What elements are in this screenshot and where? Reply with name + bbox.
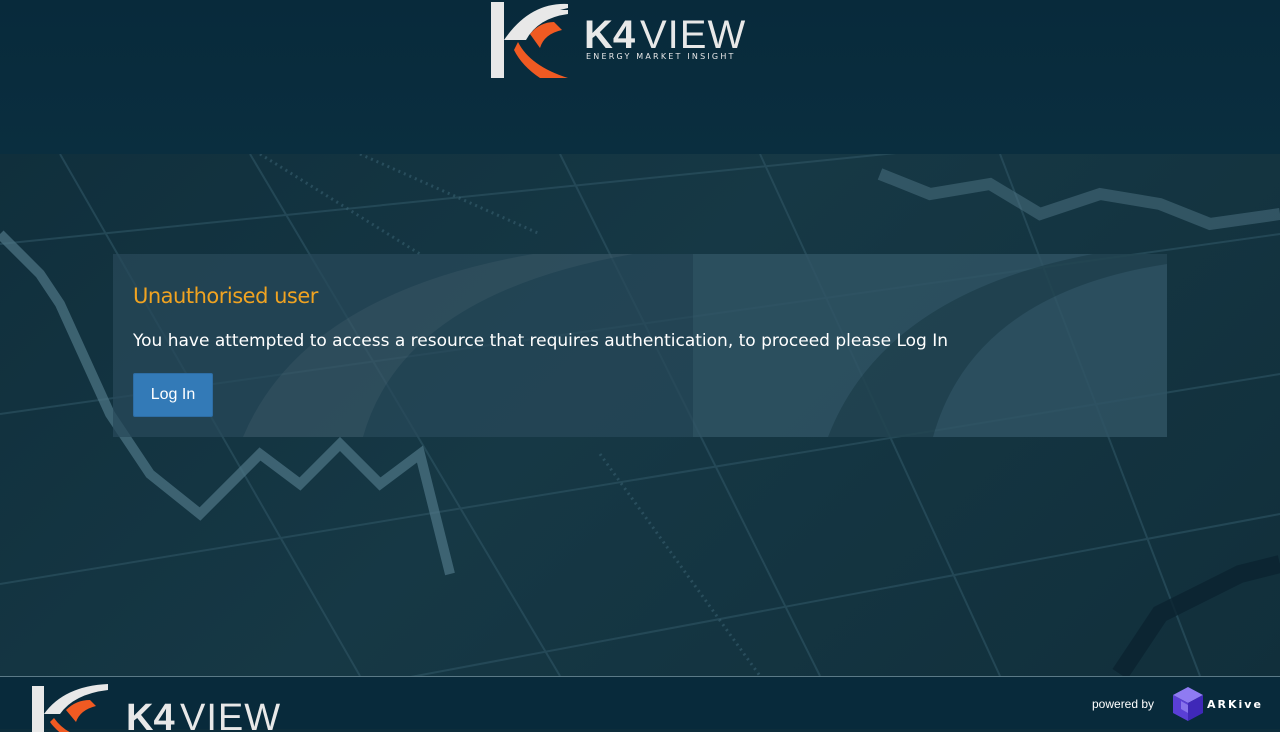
svg-text:K4: K4 (126, 697, 175, 732)
footer-logo-mark: K4 VIEW (32, 684, 281, 732)
svg-text:VIEW: VIEW (640, 13, 746, 57)
k4view-logo[interactable]: K4 VIEW ENERGY MARKET INSIGHT (490, 0, 760, 80)
arkive-cube-icon[interactable] (1171, 685, 1205, 723)
auth-panel: Unauthorised user You have attempted to … (113, 254, 1167, 437)
footer-k4view-logo[interactable]: K4 VIEW (30, 682, 300, 732)
auth-message: You have attempted to access a resource … (133, 331, 949, 351)
page-title: Unauthorised user (133, 284, 318, 308)
brand-tagline: ENERGY MARKET INSIGHT (586, 52, 736, 61)
footer: K4 VIEW powered by ARKive (0, 676, 1280, 732)
arkive-wordmark[interactable]: ARKive (1207, 698, 1263, 711)
svg-text:VIEW: VIEW (180, 697, 281, 732)
login-button[interactable]: Log In (133, 373, 213, 417)
svg-text:K4: K4 (584, 13, 636, 57)
header: K4 VIEW ENERGY MARKET INSIGHT (0, 0, 1280, 154)
k4view-logo-mark: K4 VIEW ENERGY MARKET INSIGHT (491, 2, 746, 78)
powered-by-label: powered by (1092, 697, 1155, 711)
